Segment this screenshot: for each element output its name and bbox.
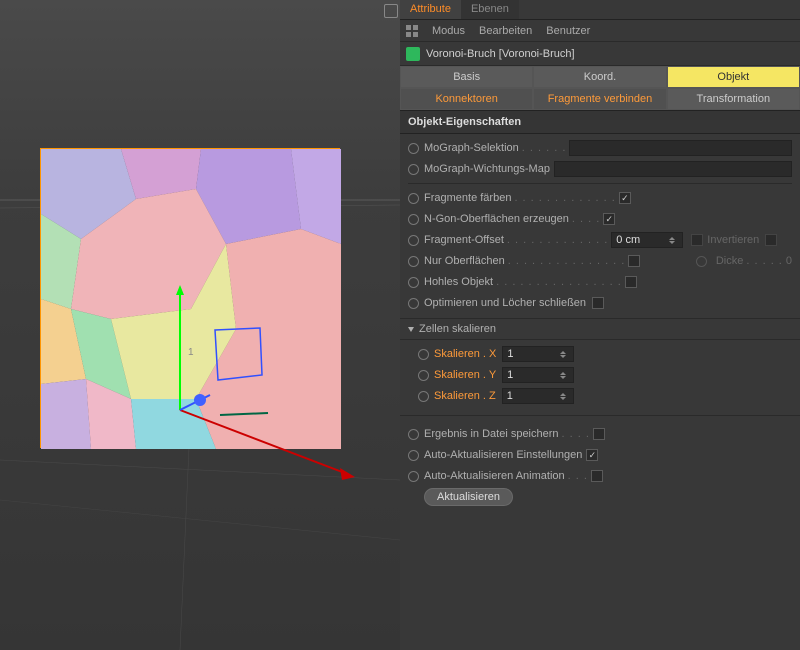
- tab-objekt[interactable]: Objekt: [667, 66, 800, 88]
- radio-dicke: [696, 256, 707, 267]
- property-tabs: Basis Koord. Objekt Konnektoren Fragment…: [400, 66, 800, 111]
- label-fragment-offset: Fragment-Offset: [424, 234, 504, 246]
- checkbox-auto-anim[interactable]: [591, 470, 603, 482]
- menu-modus[interactable]: Modus: [432, 25, 465, 37]
- label-mograph-weight: MoGraph-Wichtungs-Map: [424, 163, 550, 175]
- spinner-icon[interactable]: [669, 237, 678, 244]
- label-fragmente-faerben: Fragmente färben: [424, 192, 511, 204]
- input-mograph-sel[interactable]: [569, 140, 792, 156]
- tab-koord[interactable]: Koord.: [533, 66, 666, 88]
- tab-transformation[interactable]: Transformation: [667, 88, 800, 110]
- spinner-icon[interactable]: [560, 372, 569, 379]
- label-nur-oberflaechen: Nur Oberflächen: [424, 255, 505, 267]
- input-fragment-offset[interactable]: 0 cm: [611, 232, 683, 248]
- chevron-down-icon: [408, 327, 414, 332]
- radio-mograph-sel[interactable]: [408, 143, 419, 154]
- radio-auto-einst[interactable]: [408, 450, 419, 461]
- voronoi-icon: [406, 47, 420, 61]
- label-sy: Skalieren . Y: [434, 369, 496, 381]
- spinner-icon[interactable]: [560, 393, 569, 400]
- checkbox-invertieren: [691, 234, 703, 246]
- panel-toolbar: Modus Bearbeiten Benutzer: [400, 20, 800, 42]
- label-invertieren: Invertieren: [707, 234, 759, 246]
- input-sz[interactable]: 1: [502, 388, 574, 404]
- label-ngon: N-Gon-Oberflächen erzeugen: [424, 213, 569, 225]
- label-zellen-skalieren: Zellen skalieren: [419, 323, 496, 335]
- label-auto-einst: Auto-Aktualisieren Einstellungen: [424, 449, 582, 461]
- disclosure-zellen[interactable]: Zellen skalieren: [400, 318, 800, 340]
- label-dicke: Dicke: [716, 255, 744, 267]
- checkbox-fragmente-faerben[interactable]: [619, 192, 631, 204]
- menu-benutzer[interactable]: Benutzer: [546, 25, 590, 37]
- radio-optimieren[interactable]: [408, 298, 419, 309]
- panel-tabs: Attribute Ebenen: [400, 0, 800, 20]
- radio-sz[interactable]: [418, 391, 429, 402]
- mode-icon[interactable]: [406, 25, 418, 37]
- checkbox-auto-einst[interactable]: [586, 449, 598, 461]
- button-aktualisieren[interactable]: Aktualisieren: [424, 488, 513, 506]
- tab-konnektoren[interactable]: Konnektoren: [400, 88, 533, 110]
- label-auto-anim: Auto-Aktualisieren Animation: [424, 470, 565, 482]
- radio-fragmente-faerben[interactable]: [408, 193, 419, 204]
- radio-mograph-weight[interactable]: [408, 164, 419, 175]
- value-dicke: 0: [786, 255, 792, 267]
- radio-nur-oberflaechen[interactable]: [408, 256, 419, 267]
- radio-fragment-offset[interactable]: [408, 235, 419, 246]
- menu-bearbeiten[interactable]: Bearbeiten: [479, 25, 532, 37]
- tab-fragmente-verbinden[interactable]: Fragmente verbinden: [533, 88, 666, 110]
- radio-ergebnis[interactable]: [408, 429, 419, 440]
- attribute-panel: Attribute Ebenen Modus Bearbeiten Benutz…: [400, 0, 800, 650]
- viewport-3d[interactable]: 1: [0, 0, 400, 650]
- spinner-icon[interactable]: [560, 351, 569, 358]
- radio-ngon[interactable]: [408, 214, 419, 225]
- label-sz: Skalieren . Z: [434, 390, 496, 402]
- tab-ebenen[interactable]: Ebenen: [461, 0, 519, 19]
- checkbox-ngon[interactable]: [603, 213, 615, 225]
- input-sy[interactable]: 1: [502, 367, 574, 383]
- checkbox-ergebnis[interactable]: [593, 428, 605, 440]
- svg-text:1: 1: [188, 347, 194, 358]
- checkbox-nur-oberflaechen[interactable]: [628, 255, 640, 267]
- label-optimieren: Optimieren und Löcher schließen: [424, 297, 586, 309]
- tab-attribute[interactable]: Attribute: [400, 0, 461, 19]
- radio-sx[interactable]: [418, 349, 429, 360]
- radio-auto-anim[interactable]: [408, 471, 419, 482]
- label-sx: Skalieren . X: [434, 348, 496, 360]
- input-mograph-weight[interactable]: [554, 161, 792, 177]
- label-ergebnis: Ergebnis in Datei speichern: [424, 428, 559, 440]
- radio-hohles[interactable]: [408, 277, 419, 288]
- tab-basis[interactable]: Basis: [400, 66, 533, 88]
- radio-sy[interactable]: [418, 370, 429, 381]
- object-name: Voronoi-Bruch [Voronoi-Bruch]: [426, 48, 575, 60]
- label-mograph-sel: MoGraph-Selektion: [424, 142, 519, 154]
- checkbox-invertieren-2: [765, 234, 777, 246]
- object-title-row: Voronoi-Bruch [Voronoi-Bruch]: [400, 42, 800, 66]
- input-sx[interactable]: 1: [502, 346, 574, 362]
- axis-gizmo[interactable]: 1: [160, 280, 360, 500]
- section-objekt-eigenschaften: Objekt-Eigenschaften: [400, 111, 800, 134]
- label-hohles: Hohles Objekt: [424, 276, 493, 288]
- checkbox-optimieren[interactable]: [592, 297, 604, 309]
- checkbox-hohles[interactable]: [625, 276, 637, 288]
